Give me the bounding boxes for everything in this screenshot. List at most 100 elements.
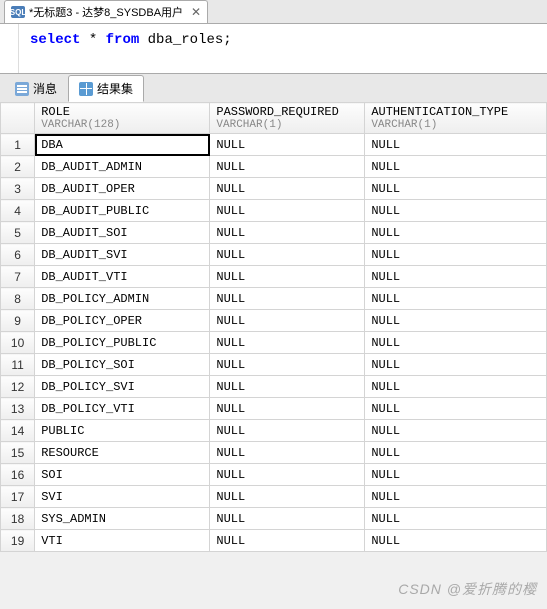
- cell-role[interactable]: SYS_ADMIN: [35, 508, 210, 530]
- close-icon[interactable]: ✕: [191, 5, 201, 19]
- cell-authentication-type[interactable]: NULL: [365, 266, 547, 288]
- table-row[interactable]: 5DB_AUDIT_SOINULLNULL: [1, 222, 547, 244]
- cell-authentication-type[interactable]: NULL: [365, 310, 547, 332]
- cell-role[interactable]: DB_POLICY_OPER: [35, 310, 210, 332]
- cell-authentication-type[interactable]: NULL: [365, 398, 547, 420]
- cell-role[interactable]: DB_POLICY_SVI: [35, 376, 210, 398]
- cell-role[interactable]: SVI: [35, 486, 210, 508]
- table-row[interactable]: 3DB_AUDIT_OPERNULLNULL: [1, 178, 547, 200]
- cell-role[interactable]: DB_POLICY_VTI: [35, 398, 210, 420]
- row-number[interactable]: 10: [1, 332, 35, 354]
- cell-password-required[interactable]: NULL: [210, 486, 365, 508]
- table-row[interactable]: 1DBANULLNULL: [1, 134, 547, 156]
- cell-password-required[interactable]: NULL: [210, 244, 365, 266]
- results-table[interactable]: ROLE VARCHAR(128) PASSWORD_REQUIRED VARC…: [0, 102, 547, 552]
- cell-password-required[interactable]: NULL: [210, 134, 365, 156]
- cell-role[interactable]: DBA: [35, 134, 210, 156]
- row-number[interactable]: 2: [1, 156, 35, 178]
- row-number[interactable]: 16: [1, 464, 35, 486]
- table-row[interactable]: 2DB_AUDIT_ADMINNULLNULL: [1, 156, 547, 178]
- cell-role[interactable]: DB_AUDIT_VTI: [35, 266, 210, 288]
- row-number[interactable]: 8: [1, 288, 35, 310]
- row-number[interactable]: 1: [1, 134, 35, 156]
- table-row[interactable]: 18SYS_ADMINNULLNULL: [1, 508, 547, 530]
- table-row[interactable]: 9DB_POLICY_OPERNULLNULL: [1, 310, 547, 332]
- cell-authentication-type[interactable]: NULL: [365, 354, 547, 376]
- cell-authentication-type[interactable]: NULL: [365, 288, 547, 310]
- cell-role[interactable]: DB_POLICY_ADMIN: [35, 288, 210, 310]
- row-number[interactable]: 5: [1, 222, 35, 244]
- cell-authentication-type[interactable]: NULL: [365, 376, 547, 398]
- cell-password-required[interactable]: NULL: [210, 288, 365, 310]
- cell-authentication-type[interactable]: NULL: [365, 442, 547, 464]
- cell-password-required[interactable]: NULL: [210, 310, 365, 332]
- row-number[interactable]: 19: [1, 530, 35, 552]
- cell-authentication-type[interactable]: NULL: [365, 222, 547, 244]
- cell-authentication-type[interactable]: NULL: [365, 134, 547, 156]
- cell-authentication-type[interactable]: NULL: [365, 244, 547, 266]
- cell-password-required[interactable]: NULL: [210, 420, 365, 442]
- cell-role[interactable]: RESOURCE: [35, 442, 210, 464]
- cell-role[interactable]: DB_POLICY_SOI: [35, 354, 210, 376]
- table-row[interactable]: 8DB_POLICY_ADMINNULLNULL: [1, 288, 547, 310]
- cell-authentication-type[interactable]: NULL: [365, 420, 547, 442]
- row-number[interactable]: 13: [1, 398, 35, 420]
- cell-role[interactable]: VTI: [35, 530, 210, 552]
- tab-messages[interactable]: 消息: [4, 75, 68, 102]
- row-number[interactable]: 7: [1, 266, 35, 288]
- table-row[interactable]: 17SVINULLNULL: [1, 486, 547, 508]
- table-row[interactable]: 19VTINULLNULL: [1, 530, 547, 552]
- cell-password-required[interactable]: NULL: [210, 398, 365, 420]
- row-number[interactable]: 14: [1, 420, 35, 442]
- table-row[interactable]: 14PUBLICNULLNULL: [1, 420, 547, 442]
- table-row[interactable]: 15RESOURCENULLNULL: [1, 442, 547, 464]
- cell-authentication-type[interactable]: NULL: [365, 486, 547, 508]
- cell-password-required[interactable]: NULL: [210, 530, 365, 552]
- cell-password-required[interactable]: NULL: [210, 376, 365, 398]
- cell-role[interactable]: PUBLIC: [35, 420, 210, 442]
- cell-role[interactable]: DB_AUDIT_SVI: [35, 244, 210, 266]
- cell-password-required[interactable]: NULL: [210, 442, 365, 464]
- row-number[interactable]: 9: [1, 310, 35, 332]
- row-number[interactable]: 11: [1, 354, 35, 376]
- col-header-auth[interactable]: AUTHENTICATION_TYPE VARCHAR(1): [365, 103, 547, 134]
- table-row[interactable]: 4DB_AUDIT_PUBLICNULLNULL: [1, 200, 547, 222]
- table-row[interactable]: 10DB_POLICY_PUBLICNULLNULL: [1, 332, 547, 354]
- row-number[interactable]: 6: [1, 244, 35, 266]
- row-number[interactable]: 17: [1, 486, 35, 508]
- sql-editor[interactable]: select * from dba_roles;: [0, 24, 547, 74]
- cell-password-required[interactable]: NULL: [210, 200, 365, 222]
- cell-role[interactable]: DB_AUDIT_ADMIN: [35, 156, 210, 178]
- cell-password-required[interactable]: NULL: [210, 156, 365, 178]
- table-row[interactable]: 16SOINULLNULL: [1, 464, 547, 486]
- cell-password-required[interactable]: NULL: [210, 464, 365, 486]
- cell-role[interactable]: DB_AUDIT_OPER: [35, 178, 210, 200]
- cell-role[interactable]: DB_AUDIT_SOI: [35, 222, 210, 244]
- cell-authentication-type[interactable]: NULL: [365, 156, 547, 178]
- cell-authentication-type[interactable]: NULL: [365, 200, 547, 222]
- table-row[interactable]: 7DB_AUDIT_VTINULLNULL: [1, 266, 547, 288]
- cell-password-required[interactable]: NULL: [210, 222, 365, 244]
- rownum-header[interactable]: [1, 103, 35, 134]
- row-number[interactable]: 4: [1, 200, 35, 222]
- tab-results[interactable]: 结果集: [68, 75, 144, 102]
- cell-password-required[interactable]: NULL: [210, 332, 365, 354]
- cell-authentication-type[interactable]: NULL: [365, 530, 547, 552]
- cell-password-required[interactable]: NULL: [210, 266, 365, 288]
- cell-authentication-type[interactable]: NULL: [365, 332, 547, 354]
- row-number[interactable]: 12: [1, 376, 35, 398]
- table-row[interactable]: 11DB_POLICY_SOINULLNULL: [1, 354, 547, 376]
- cell-password-required[interactable]: NULL: [210, 354, 365, 376]
- cell-authentication-type[interactable]: NULL: [365, 464, 547, 486]
- cell-password-required[interactable]: NULL: [210, 508, 365, 530]
- table-row[interactable]: 12DB_POLICY_SVINULLNULL: [1, 376, 547, 398]
- cell-role[interactable]: DB_POLICY_PUBLIC: [35, 332, 210, 354]
- table-row[interactable]: 13DB_POLICY_VTINULLNULL: [1, 398, 547, 420]
- cell-authentication-type[interactable]: NULL: [365, 508, 547, 530]
- row-number[interactable]: 18: [1, 508, 35, 530]
- cell-role[interactable]: DB_AUDIT_PUBLIC: [35, 200, 210, 222]
- cell-password-required[interactable]: NULL: [210, 178, 365, 200]
- row-number[interactable]: 3: [1, 178, 35, 200]
- cell-role[interactable]: SOI: [35, 464, 210, 486]
- col-header-role[interactable]: ROLE VARCHAR(128): [35, 103, 210, 134]
